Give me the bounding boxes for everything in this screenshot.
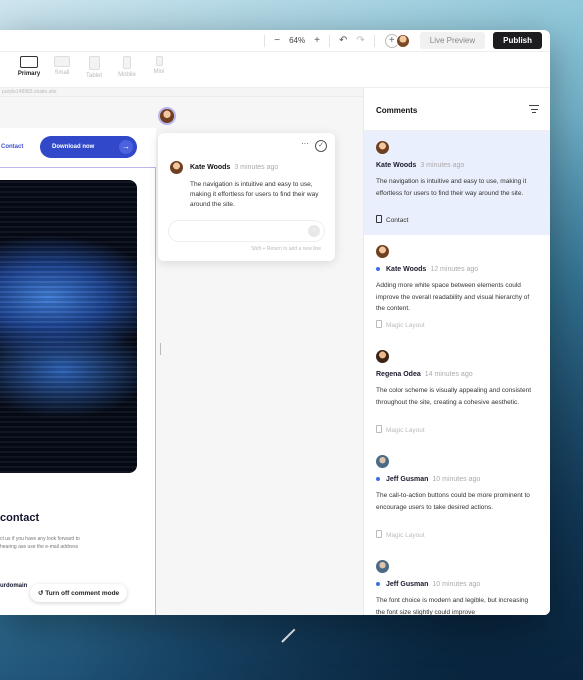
contact-email-text: urdomain [0,583,28,589]
mobile-icon [123,56,131,69]
comment-item[interactable]: Kate Woods 3 minutes ago The navigation i… [364,131,550,235]
download-label: Download now [52,144,95,150]
comment-time: 3 minutes ago [234,164,279,171]
page-url: purple148983.studio.site [0,88,363,97]
resize-handle[interactable] [160,343,161,355]
page-icon [376,425,382,433]
comment-page-tag[interactable]: Contact [376,215,408,224]
device-label: Mini [153,69,165,75]
contact-body-text: ct us if you have any look forward to he… [0,536,80,550]
comments-title: Comments [376,106,418,115]
zoom-level[interactable]: 64% [289,36,305,45]
filter-icon[interactable] [529,105,539,116]
avatar [376,141,389,154]
device-bar: Primary Small Tablet Mobile Mini [0,52,550,88]
hero-image [0,180,137,473]
comment-item[interactable]: Kate Woods 12 minutes ago Adding more whi… [364,235,550,340]
comment-text: The navigation is intuitive and easy to … [376,178,527,197]
arrow-right-icon: → [119,140,133,154]
reply-hint: Shift + Return to add a new line [251,246,321,252]
avatar [170,161,183,174]
comment-item[interactable]: Jeff Gusman 10 minutes ago The font choic… [364,550,550,615]
avatar [376,560,389,573]
mini-icon [155,56,163,66]
turn-off-comment-mode-button[interactable]: ↺ Turn off comment mode [30,584,128,602]
device-label: Mobile [118,72,136,78]
unread-dot [376,477,380,482]
comment-page-tag[interactable]: Magic Layout [376,320,425,329]
reply-input[interactable]: ↑ [168,220,325,242]
avatar [376,455,389,468]
comment-page-tag[interactable]: Magic Layout [376,425,425,434]
laptop-icon [54,56,70,67]
comment-item[interactable]: Regena Odea 14 minutes ago The color sche… [364,340,550,445]
page-preview[interactable]: Contact Download now → contact ct us if … [0,128,156,615]
comment-author: Jeff Gusman 10 minutes ago [376,581,480,588]
turn-off-label: Turn off comment mode [45,590,120,597]
comment-item[interactable]: Jeff Gusman 10 minutes ago The call-to-ac… [364,445,550,550]
device-tablet[interactable]: Tablet [77,56,111,79]
comment-text: The font choice is modern and legible, b… [376,597,529,615]
unread-dot [376,267,380,272]
comment-text: The navigation is intuitive and easy to … [190,181,319,208]
avatar [376,245,389,258]
zoom-in-icon[interactable]: + [314,35,320,46]
design-canvas[interactable]: Contact Download now → contact ct us if … [0,97,363,615]
undo-icon[interactable]: ↶ [339,35,347,46]
author-name: Kate Woods [190,164,231,171]
comment-page-tag[interactable]: Magic Layout [376,530,425,539]
live-preview-button[interactable]: Live Preview [419,32,486,49]
toolbar-divider [328,34,330,47]
more-options-icon[interactable]: ··· [301,139,309,148]
user-avatar[interactable] [395,33,410,48]
device-small[interactable]: Small [45,56,79,76]
desktop-icon [20,56,38,68]
resolve-check-icon[interactable]: ✓ [315,140,327,152]
comment-author: Regena Odea 14 minutes ago [376,371,473,378]
comment-text: Adding more white space between elements… [376,282,530,312]
device-mobile[interactable]: Mobile [110,56,144,78]
zoom-out-icon[interactable]: − [274,35,280,46]
toolbar-divider [264,34,266,47]
publish-button[interactable]: Publish [493,32,542,49]
undo-arrow-icon: ↺ [38,590,44,597]
device-label: Primary [17,71,41,77]
page-icon [376,215,382,223]
page-header: Contact Download now → [0,128,156,168]
device-label: Tablet [85,73,102,79]
comment-text: The call-to-action buttons could be more… [376,492,530,511]
avatar [376,350,389,363]
redo-icon[interactable]: ↷ [356,35,364,46]
send-icon[interactable]: ↑ [308,225,320,237]
zoom-controls: − 64% + ↶ ↷ [264,34,375,47]
comment-author: Jeff Gusman 10 minutes ago [376,476,480,483]
comment-author: Kate Woods 3 minutes ago [190,164,278,171]
tablet-icon [88,56,100,70]
toolbar-divider [373,34,375,47]
comment-author: Kate Woods 12 minutes ago [376,266,478,273]
comments-panel-header: Comments [364,88,550,131]
contact-heading: contact [0,512,40,524]
comment-pin-avatar[interactable] [158,107,176,125]
device-mini[interactable]: Mini [142,56,176,75]
unread-dot [376,582,380,587]
page-icon [376,320,382,328]
comment-popover: ··· ✓ Kate Woods 3 minutes ago The naviga… [158,133,335,261]
editor-window: − 64% + ↶ ↷ + Live Preview Publish Prima… [0,30,550,615]
page-icon [376,530,382,538]
top-toolbar: − 64% + ↶ ↷ + Live Preview Publish [0,30,550,52]
nav-contact-link[interactable]: Contact [1,144,23,150]
comment-author: Kate Woods 3 minutes ago [376,162,465,169]
comment-text: The color scheme is visually appealing a… [376,387,532,406]
download-button[interactable]: Download now → [40,136,137,158]
device-label: Small [54,70,70,76]
comments-panel: Comments Kate Woods 3 minutes ago The nav… [363,88,550,615]
device-primary[interactable]: Primary [12,56,46,77]
